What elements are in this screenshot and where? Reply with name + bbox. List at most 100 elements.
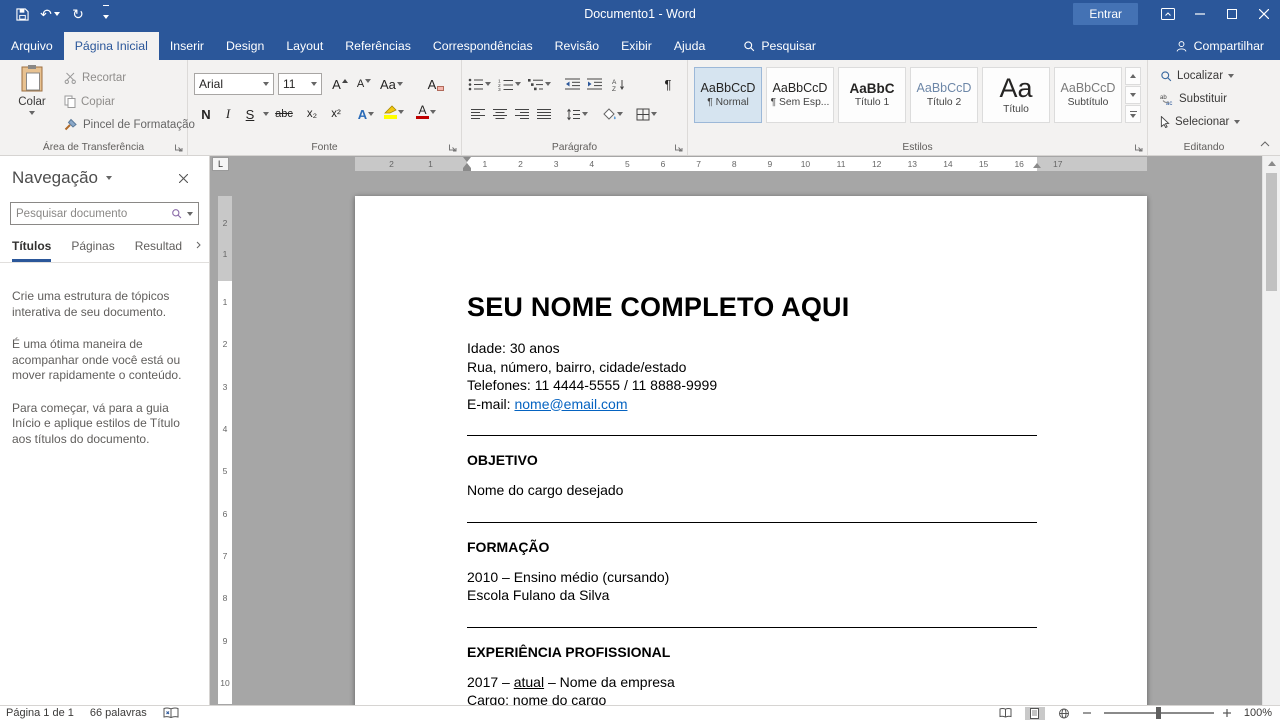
zoom-slider[interactable] [1103,707,1214,719]
style-titulo[interactable]: Aa Título [982,67,1050,123]
multilevel-list-button[interactable] [528,73,551,95]
styles-dialog-launcher[interactable] [1134,143,1143,152]
document-search-box[interactable] [10,202,199,225]
nav-tab-paginas[interactable]: Páginas [71,239,114,262]
show-formatting-marks-button[interactable]: ¶ [658,73,678,95]
contact-line[interactable]: Telefones: 11 4444-5555 / 11 8888-9999 [467,376,1037,395]
align-right-button[interactable] [512,103,532,125]
align-left-button[interactable] [468,103,488,125]
minimize-button[interactable] [1184,0,1216,28]
clipboard-dialog-launcher[interactable] [174,143,183,152]
tab-pagina-inicial[interactable]: Página Inicial [63,32,159,60]
shrink-font-button[interactable]: A [354,73,374,95]
close-button[interactable] [1248,0,1280,28]
scrollbar-thumb[interactable] [1266,173,1277,291]
cut-button[interactable]: Recortar [64,72,126,84]
tell-me-search-box[interactable]: Pesquisar [732,32,827,60]
nav-tab-titulos[interactable]: Títulos [12,239,52,262]
paragraph-dialog-launcher[interactable] [674,143,683,152]
highlight-button[interactable] [384,101,404,123]
font-size-combo[interactable]: 11 [278,73,322,95]
font-color-button[interactable]: A [416,101,436,123]
customize-quick-access-button[interactable] [94,2,118,26]
undo-button[interactable]: ↶ [38,2,62,26]
read-mode-button[interactable] [996,707,1016,720]
ribbon-tab[interactable]: Correspondências [422,32,544,60]
italic-button[interactable]: I [218,103,238,125]
styles-more-button[interactable] [1125,105,1141,123]
word-count[interactable]: 66 palavras [90,707,147,719]
clear-formatting-button[interactable]: A [426,73,446,95]
styles-scroll-down-button[interactable] [1125,86,1141,104]
grow-font-button[interactable]: A [330,73,350,95]
change-case-button[interactable]: Aa [380,73,403,95]
experiencia-line2[interactable]: Cargo: nome do cargo [467,691,1037,705]
scroll-up-button[interactable] [1263,156,1280,171]
contact-line[interactable]: Idade: 30 anos [467,339,1037,358]
navigation-options-dropdown-icon[interactable] [106,176,113,180]
vertical-ruler[interactable]: 21 1 2 3 4 5 6 7 8 9 10 [218,196,232,704]
font-dialog-launcher[interactable] [448,143,457,152]
section-title-experiencia[interactable]: EXPERIÊNCIA PROFISSIONAL [467,644,1037,660]
ribbon-display-options-button[interactable] [1152,0,1184,28]
shading-button[interactable] [602,103,623,125]
style-sem-espacamento[interactable]: AaBbCcD ¶ Sem Esp... [766,67,834,123]
tab-arquivo[interactable]: Arquivo [0,32,64,60]
collapse-ribbon-button[interactable] [1256,137,1274,151]
page-indicator[interactable]: Página 1 de 1 [6,707,74,719]
subscript-button[interactable]: x₂ [302,103,322,125]
horizontal-ruler[interactable]: 21 1 2 3 4 5 6 7 8 9 10 11 12 13 14 15 16 17 [355,157,1147,171]
numbering-button[interactable]: 123 [498,73,521,95]
replace-button[interactable]: ab ac Substituir [1160,93,1227,105]
right-indent-marker[interactable] [1033,163,1041,168]
formacao-line[interactable]: Escola Fulano da Silva [467,586,1037,605]
styles-scroll-up-button[interactable] [1125,67,1141,85]
section-title-formacao[interactable]: FORMAÇÃO [467,539,1037,555]
zoom-slider-handle[interactable] [1155,707,1161,719]
font-family-combo[interactable]: Arial [194,73,274,95]
first-line-indent-marker[interactable] [463,157,471,162]
increase-indent-button[interactable] [584,73,604,95]
objetivo-body[interactable]: Nome do cargo desejado [467,481,1037,500]
paste-button[interactable]: Colar [6,65,58,139]
navigation-pane-close-button[interactable] [179,173,199,183]
search-options-dropdown-icon[interactable] [187,211,193,216]
email-link[interactable]: nome@email.com [514,396,627,412]
zoom-level[interactable]: 100% [1244,707,1272,719]
bold-button[interactable]: N [196,103,216,125]
left-indent-marker[interactable] [463,168,471,171]
document-search-input[interactable] [16,207,166,220]
ribbon-tab[interactable]: Exibir [610,32,663,60]
ribbon-tab[interactable]: Layout [275,32,334,60]
text-effects-button[interactable]: A [356,103,376,125]
save-button[interactable] [10,2,34,26]
bullets-button[interactable] [468,73,491,95]
style-titulo-2[interactable]: AaBbCcD Título 2 [910,67,978,123]
line-spacing-button[interactable] [566,103,588,125]
strikethrough-button[interactable]: abc [274,103,294,125]
share-button[interactable]: Compartilhar [1159,32,1280,60]
redo-button[interactable]: ↻ [66,2,90,26]
borders-button[interactable] [636,103,657,125]
copy-button[interactable]: Copiar [64,95,115,108]
ribbon-tab[interactable]: Ajuda [663,32,716,60]
sign-in-button[interactable]: Entrar [1073,3,1138,25]
nav-tab-resultados[interactable]: Resultad [135,239,182,262]
maximize-button[interactable] [1216,0,1248,28]
tab-stop-selector[interactable]: L [212,157,229,171]
underline-dropdown[interactable] [256,103,276,125]
section-title-objetivo[interactable]: OBJETIVO [467,452,1037,468]
nav-tabs-overflow-chevron[interactable] [196,241,201,249]
justify-button[interactable] [534,103,554,125]
zoom-out-button[interactable] [1082,709,1095,717]
format-painter-button[interactable]: Pincel de Formatação [64,118,195,131]
vertical-scrollbar[interactable] [1262,156,1280,705]
style-titulo-1[interactable]: AaBbC Título 1 [838,67,906,123]
proofing-status-button[interactable] [163,707,179,719]
align-center-button[interactable] [490,103,510,125]
ribbon-tab[interactable]: Design [215,32,275,60]
ribbon-tab[interactable]: Inserir [159,32,215,60]
ribbon-tab[interactable]: Revisão [544,32,610,60]
style-normal[interactable]: AaBbCcD ¶ Normal [694,67,762,123]
experiencia-line1[interactable]: 2017 – atual – Nome da empresa [467,673,1037,692]
